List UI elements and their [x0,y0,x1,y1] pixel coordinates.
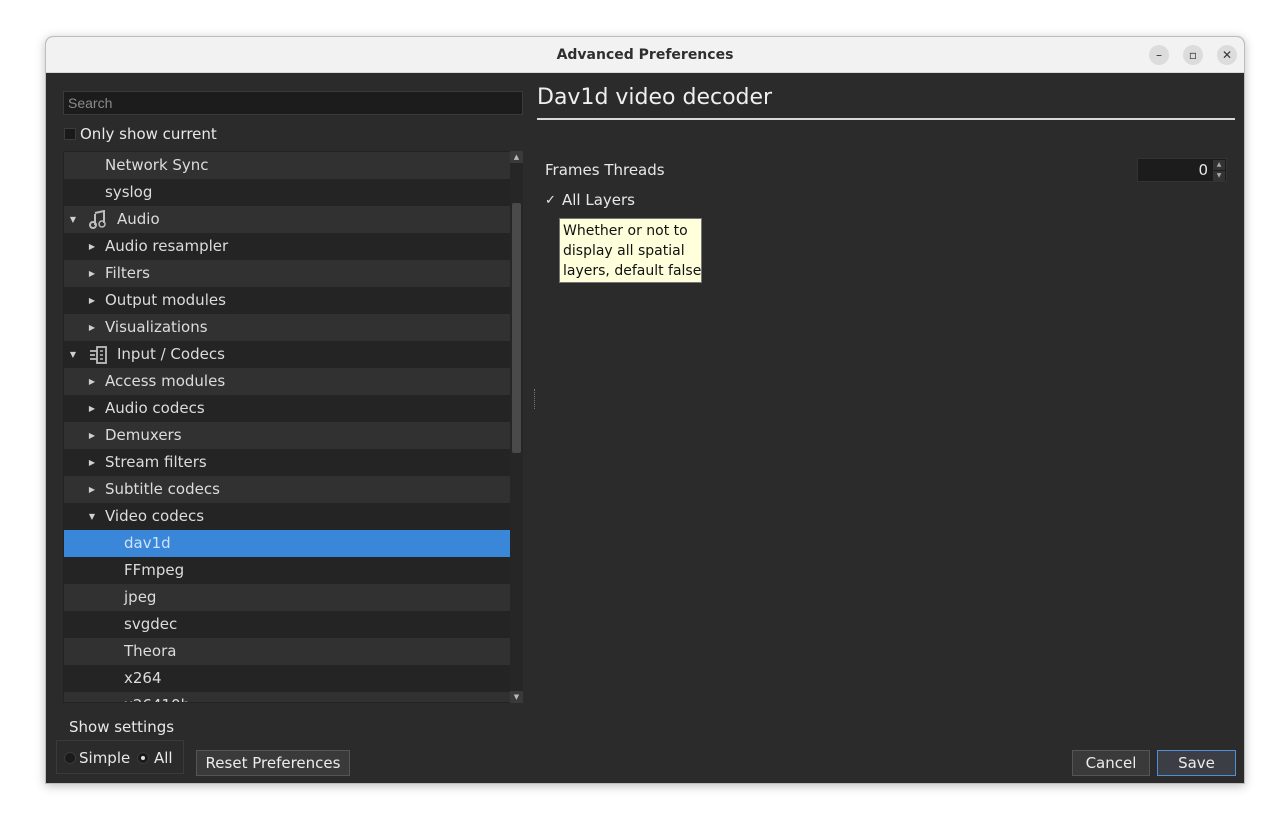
codec-icon [88,345,108,365]
tree-item[interactable]: ▶ Subtitle codecs [64,476,512,503]
tree-item-label: x26410b [124,692,190,702]
tree-item[interactable]: ▶ Access modules [64,368,512,395]
tree-item[interactable]: ▶ Output modules [64,287,512,314]
show-settings-group: Simple All [56,740,184,774]
minimize-button[interactable]: – [1149,45,1169,65]
tree-item-label: jpeg [124,588,157,606]
tree-item-label: Input / Codecs [117,345,225,363]
simple-radio-label[interactable]: Simple [79,749,130,767]
collapsed-arrow-icon[interactable]: ▶ [87,314,97,341]
collapsed-arrow-icon[interactable]: ▶ [87,260,97,287]
tree-item-label: svgdec [124,615,178,633]
tree-item[interactable]: Network Sync [64,152,512,179]
panel-title: Dav1d video decoder [537,85,773,110]
reset-preferences-button[interactable]: Reset Preferences [196,750,350,776]
maximize-button[interactable]: ▫ [1183,45,1203,65]
tooltip-line: display all spatial [563,243,685,259]
music-note-icon [88,209,108,230]
tree-item[interactable]: x26410b [64,692,512,702]
only-show-current-checkbox[interactable] [64,128,76,140]
tree-item[interactable]: svgdec [64,611,512,638]
all-layers-tooltip: Whether or not to display all spatial la… [559,218,702,283]
tree-item-label: Stream filters [105,453,207,471]
collapsed-arrow-icon[interactable]: ▶ [87,233,97,260]
tree-item-label: FFmpeg [124,561,185,579]
tree-item-label: Subtitle codecs [105,480,220,498]
tree-item-label: Theora [124,642,177,660]
expanded-arrow-icon[interactable]: ▼ [87,503,97,530]
tree-item-label: syslog [105,183,153,201]
tree-item[interactable]: syslog [64,179,512,206]
tree-item-label: Output modules [105,291,226,309]
spin-down-icon[interactable]: ▼ [1213,171,1225,181]
search-input[interactable] [63,91,523,115]
close-button[interactable]: ✕ [1217,45,1237,65]
scrollbar-thumb[interactable] [512,203,521,453]
tree-item-label: Video codecs [105,507,205,525]
panel-title-divider [537,118,1235,120]
tree-item[interactable]: Theora [64,638,512,665]
tree-item-label: Access modules [105,372,226,390]
window-title: Advanced Preferences [556,47,734,63]
pane-splitter-handle[interactable] [534,389,536,409]
tree-item-label: dav1d [124,534,171,552]
tree-scrollbar[interactable]: ▲ ▼ [510,151,523,703]
expanded-arrow-icon[interactable]: ▼ [68,206,78,233]
category-tree[interactable]: Network Sync syslog ▼ Audio ▶ Audio resampler… [63,151,523,703]
frames-threads-label: Frames Threads [545,161,665,179]
tree-item-label: Audio [117,210,160,228]
tree-item[interactable]: x264 [64,665,512,692]
tree-item-label: Audio codecs [105,399,205,417]
tree-item-label: Demuxers [105,426,182,444]
tree-item[interactable]: dav1d [64,530,512,557]
expanded-arrow-icon[interactable]: ▼ [68,341,78,368]
collapsed-arrow-icon[interactable]: ▶ [87,395,97,422]
tree-item[interactable]: ▼ Audio [64,206,512,233]
tree-item-label: Audio resampler [105,237,229,255]
tree-item-label: x264 [124,669,162,687]
tree-item[interactable]: ▶ Audio resampler [64,233,512,260]
tree-item[interactable]: ▼ Input / Codecs [64,341,512,368]
tooltip-line: layers, default false [563,263,702,279]
all-layers-label: All Layers [562,191,636,209]
cancel-button[interactable]: Cancel [1072,750,1150,776]
collapsed-arrow-icon[interactable]: ▶ [87,287,97,314]
collapsed-arrow-icon[interactable]: ▶ [87,368,97,395]
collapsed-arrow-icon[interactable]: ▶ [87,449,97,476]
scroll-down-icon[interactable]: ▼ [510,691,523,703]
preferences-window: Advanced Preferences – ▫ ✕ Only show cur… [45,36,1245,784]
tree-item-label: Filters [105,264,150,282]
frames-threads-value[interactable]: 0 [1198,159,1208,181]
tree-item-label: Network Sync [105,156,209,174]
tree-item[interactable]: ▶ Filters [64,260,512,287]
simple-radio[interactable] [64,752,76,764]
save-button[interactable]: Save [1157,750,1236,776]
collapsed-arrow-icon[interactable]: ▶ [87,476,97,503]
tree-item[interactable]: jpeg [64,584,512,611]
tree-item-label: Visualizations [105,318,208,336]
tooltip-line: Whether or not to [563,223,688,239]
tree-item[interactable]: FFmpeg [64,557,512,584]
collapsed-arrow-icon[interactable]: ▶ [87,422,97,449]
spin-up-icon[interactable]: ▲ [1213,160,1225,170]
title-bar[interactable]: Advanced Preferences – ▫ ✕ [46,37,1244,73]
tree-item[interactable]: ▶ Visualizations [64,314,512,341]
tree-item[interactable]: ▶ Demuxers [64,422,512,449]
show-settings-label: Show settings [69,718,175,736]
scroll-up-icon[interactable]: ▲ [510,151,523,163]
tree-item[interactable]: ▶ Audio codecs [64,395,512,422]
frames-threads-spinbox[interactable]: 0 ▲ ▼ [1137,158,1227,182]
tree-item[interactable]: ▶ Stream filters [64,449,512,476]
all-layers-checkbox[interactable]: ✓ [545,194,557,208]
all-radio-label[interactable]: All [154,749,173,767]
only-show-current-label: Only show current [80,125,217,143]
tree-item[interactable]: ▼ Video codecs [64,503,512,530]
all-radio[interactable] [137,752,149,764]
